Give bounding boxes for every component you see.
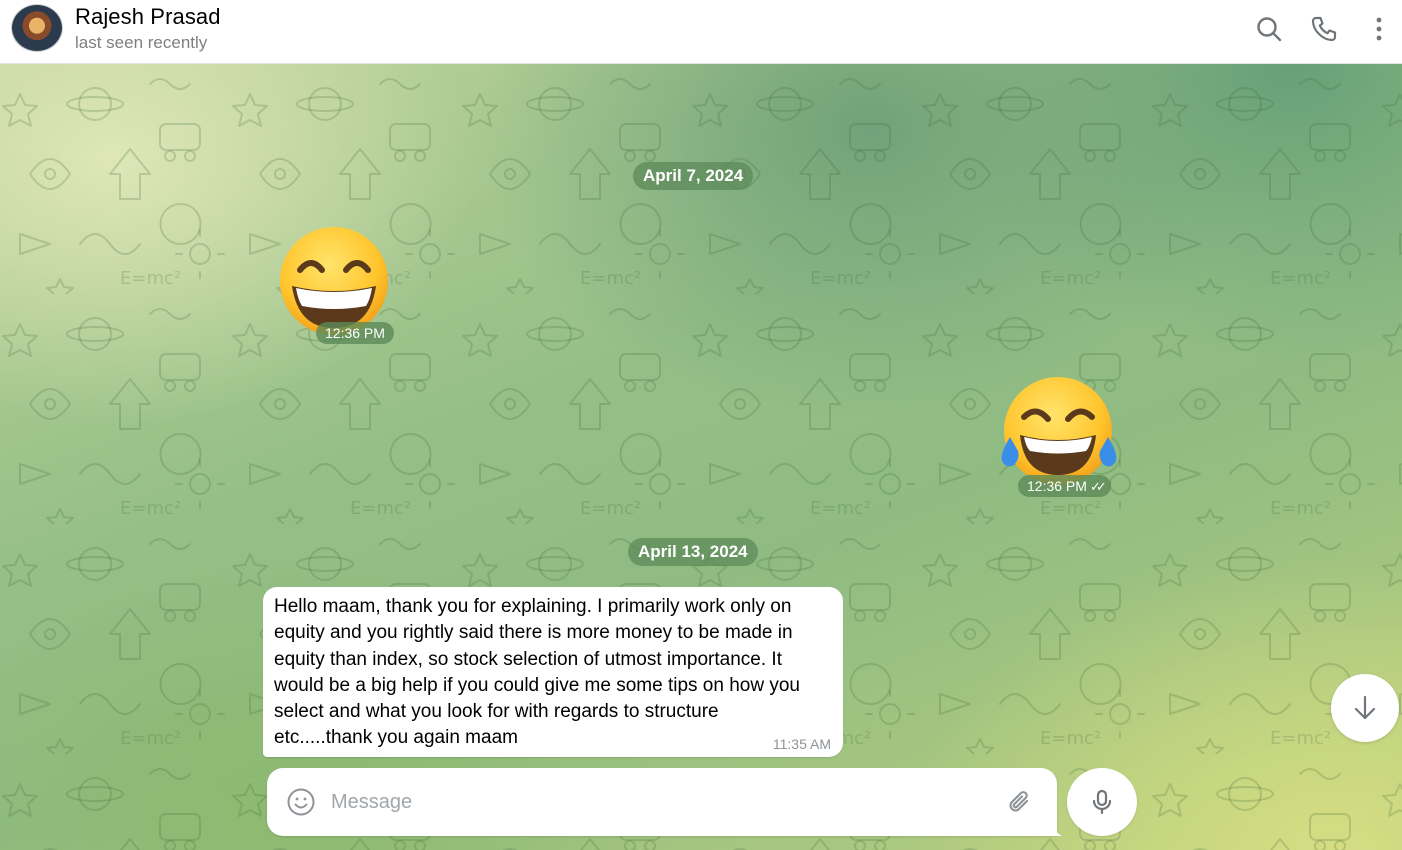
contact-status: last seen recently [75, 33, 208, 52]
message-input[interactable] [331, 787, 991, 817]
sticker-tears-of-joy[interactable] [1000, 377, 1117, 489]
scroll-to-bottom-button[interactable] [1331, 674, 1399, 742]
time-text: 12:36 PM [1027, 478, 1087, 494]
message-text: Hello maam, thank you for explaining. I … [274, 596, 800, 749]
contact-name[interactable]: Rajesh Prasad [75, 4, 221, 30]
microphone-icon [1092, 789, 1112, 815]
message-time: 11:35 AM [772, 736, 831, 752]
chat-header: Rajesh Prasad last seen recently [0, 0, 1402, 64]
emoji-icon[interactable] [286, 787, 316, 817]
more-vertical-icon[interactable] [1364, 14, 1394, 44]
search-icon[interactable] [1254, 14, 1284, 44]
message-composer [267, 768, 1057, 836]
attachment-icon[interactable] [1005, 787, 1035, 817]
tears-of-joy-icon [1001, 377, 1117, 485]
phone-icon[interactable] [1309, 14, 1339, 44]
date-separator: April 13, 2024 [628, 538, 758, 566]
arrow-down-icon [1354, 695, 1376, 720]
message-time: 12:36 PM ✓✓ [1018, 475, 1111, 497]
voice-record-button[interactable] [1067, 768, 1137, 836]
message-time: 12:36 PM [316, 322, 394, 344]
composer-tail [1050, 820, 1062, 836]
read-checkmarks-icon: ✓✓ [1089, 479, 1107, 494]
message-bubble[interactable]: Hello maam, thank you for explaining. I … [263, 587, 843, 757]
date-separator: April 7, 2024 [633, 162, 754, 190]
avatar[interactable] [11, 4, 63, 52]
